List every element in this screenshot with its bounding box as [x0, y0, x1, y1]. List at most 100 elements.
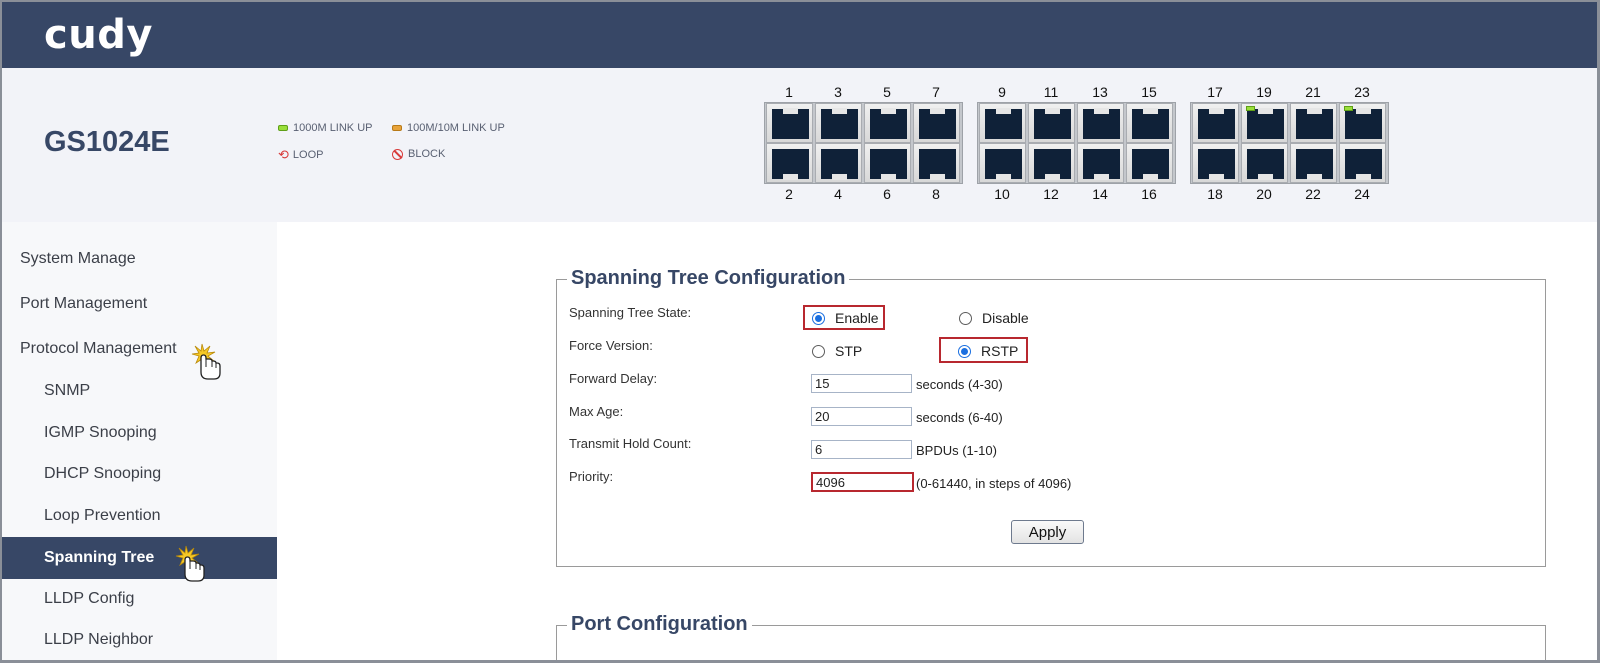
legend-100m: 100M/10M LINK UP	[392, 122, 505, 134]
ethernet-port-icon	[821, 149, 858, 180]
port-number-label: 16	[1141, 186, 1157, 202]
ethernet-port-icon	[985, 108, 1022, 139]
sidebar-item-lldp-neighbor[interactable]: LLDP Neighbor	[2, 619, 277, 660]
ethernet-port-icon	[1247, 149, 1284, 180]
port-24[interactable]	[1339, 143, 1386, 183]
ethernet-port-icon	[1083, 108, 1120, 139]
stp-state-enable-radio[interactable]: Enable	[812, 310, 879, 326]
device-header: GS1024E 1000M LINK UP 100M/10M LINK UP ⟲…	[2, 68, 1597, 222]
loop-icon: ⟲	[278, 147, 289, 162]
port-12[interactable]	[1028, 143, 1075, 183]
port-14[interactable]	[1077, 143, 1124, 183]
port-2[interactable]	[766, 143, 813, 183]
stp-label: STP	[835, 343, 863, 359]
port-3[interactable]	[815, 103, 862, 143]
forward-delay-label: Forward Delay:	[569, 371, 658, 386]
stp-config-title: Spanning Tree Configuration	[567, 267, 850, 290]
ethernet-port-icon	[1198, 108, 1235, 139]
apply-button[interactable]: Apply	[1011, 520, 1084, 544]
port-number-label: 2	[785, 186, 793, 202]
port-22[interactable]	[1290, 143, 1337, 183]
port-18[interactable]	[1192, 143, 1239, 183]
ethernet-port-icon	[985, 149, 1022, 180]
port-11[interactable]	[1028, 103, 1075, 143]
sidebar-item-protocol-management[interactable]: Protocol Management	[2, 328, 277, 370]
sidebar-item-lldp-config[interactable]: LLDP Config	[2, 578, 277, 620]
port-number-label: 17	[1207, 84, 1223, 100]
sidebar-item-system-manage[interactable]: System Manage	[2, 238, 277, 280]
ethernet-port-icon	[870, 108, 907, 139]
port-10[interactable]	[979, 143, 1026, 183]
port-13[interactable]	[1077, 103, 1124, 143]
link-led-icon	[1344, 106, 1353, 111]
port-number-label: 7	[932, 84, 940, 100]
sidebar-item-port-management[interactable]: Port Management	[2, 283, 277, 325]
legend-loop: ⟲ LOOP	[278, 148, 323, 161]
transmit-hold-count-label: Transmit Hold Count:	[569, 436, 692, 451]
priority-input[interactable]	[811, 472, 914, 492]
ethernet-port-icon	[1034, 108, 1071, 139]
port-number-label: 15	[1141, 84, 1157, 100]
port-number-label: 22	[1305, 186, 1321, 202]
transmit-hold-count-input[interactable]	[811, 440, 912, 459]
port-number-label: 11	[1043, 84, 1059, 100]
port-15[interactable]	[1126, 103, 1173, 143]
port-16[interactable]	[1126, 143, 1173, 183]
radio-selected-icon	[812, 311, 825, 325]
brand-logo: cudy	[44, 12, 153, 58]
port-number-label: 8	[932, 186, 940, 202]
port-number-label: 5	[883, 84, 891, 100]
port-23[interactable]	[1339, 103, 1386, 143]
port-config-title: Port Configuration	[567, 613, 752, 636]
port-6[interactable]	[864, 143, 911, 183]
stp-state-label: Spanning Tree State:	[569, 305, 692, 320]
ethernet-port-icon	[1083, 149, 1120, 180]
ethernet-port-icon	[1345, 149, 1382, 180]
radio-unselected-icon	[812, 344, 825, 358]
forward-delay-input[interactable]	[811, 374, 912, 393]
legend-100m-label: 100M/10M LINK UP	[407, 122, 505, 134]
port-19[interactable]	[1241, 103, 1288, 143]
click-pointer-icon	[175, 545, 205, 582]
port-number-label: 21	[1305, 84, 1321, 100]
port-20[interactable]	[1241, 143, 1288, 183]
port-number-label: 4	[834, 186, 842, 202]
port-number-label: 23	[1354, 84, 1370, 100]
rstp-label: RSTP	[981, 343, 1019, 359]
stp-state-disable-radio[interactable]: Disable	[959, 310, 1029, 326]
force-version-stp-radio[interactable]: STP	[812, 343, 862, 359]
legend-block: BLOCK	[392, 148, 445, 160]
port-8[interactable]	[913, 143, 960, 183]
port-9[interactable]	[979, 103, 1026, 143]
port-5[interactable]	[864, 103, 911, 143]
port-number-label: 6	[883, 186, 891, 202]
force-version-rstp-radio[interactable]: RSTP	[958, 343, 1018, 359]
port-number-label: 1	[785, 84, 793, 100]
max-age-input[interactable]	[811, 407, 912, 426]
max-age-label: Max Age:	[569, 404, 624, 419]
max-age-unit: seconds (6-40)	[916, 410, 1003, 425]
sidebar-item-loop-prevention[interactable]: Loop Prevention	[2, 495, 277, 537]
port-number-label: 20	[1256, 186, 1272, 202]
port-21[interactable]	[1290, 103, 1337, 143]
ethernet-port-icon	[772, 108, 809, 139]
ethernet-port-icon	[1198, 149, 1235, 180]
port-1[interactable]	[766, 103, 813, 143]
radio-selected-icon	[958, 344, 971, 358]
sidebar-item-igmp-snooping[interactable]: IGMP Snooping	[2, 412, 277, 454]
link-led-icon	[1246, 106, 1255, 111]
sidebar-item-spanning-tree[interactable]: Spanning Tree	[2, 537, 277, 579]
port-4[interactable]	[815, 143, 862, 183]
sidebar: System Manage Port Management Protocol M…	[2, 222, 277, 660]
port-config-panel: Port Configuration	[556, 613, 1546, 660]
ethernet-port-icon	[870, 149, 907, 180]
radio-unselected-icon	[959, 311, 972, 325]
priority-label: Priority:	[569, 469, 614, 484]
port-number-label: 14	[1092, 186, 1108, 202]
sidebar-item-dhcp-snooping[interactable]: DHCP Snooping	[2, 453, 277, 495]
port-17[interactable]	[1192, 103, 1239, 143]
port-number-label: 9	[998, 84, 1006, 100]
sidebar-item-snmp[interactable]: SNMP	[2, 370, 277, 412]
port-7[interactable]	[913, 103, 960, 143]
legend-loop-label: LOOP	[292, 148, 324, 161]
